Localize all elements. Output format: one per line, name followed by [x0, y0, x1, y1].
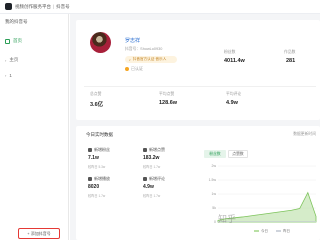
metric-sub: 较昨日 1.7w	[143, 165, 161, 169]
add-account-button[interactable]: + 添加抖音号	[18, 228, 60, 239]
metric-label: 新增播放	[94, 176, 110, 181]
metric-value: 8020	[88, 184, 100, 190]
works-value: 281	[286, 58, 296, 64]
avg-likes-value: 128.6w	[159, 100, 178, 106]
profile-card: 罗志祥 抖音号：ShowLo0930 ♪ 抖音官方认证·音乐人 已认证 粉丝数 …	[76, 20, 320, 120]
sidebar-item-label: 首页	[13, 38, 22, 43]
sidebar-item-label: 主页	[9, 57, 19, 62]
metric-sub: 较昨日 1.7w	[88, 194, 106, 198]
followers-label: 粉丝数	[224, 50, 236, 54]
verified-text: 已认证	[131, 66, 143, 71]
metric-new-followers: 新增粉丝	[88, 147, 110, 153]
metric-value: 7.1w	[88, 155, 99, 161]
total-likes-label: 总点赞	[90, 92, 102, 96]
top-bar: 视频创作服务平台 | 抖音号	[0, 0, 320, 14]
tab-likes[interactable]: 点赞数	[228, 150, 248, 158]
legend-swatch	[254, 230, 259, 232]
y-tick-label: 2w	[212, 164, 217, 168]
watermark: 知乎	[218, 215, 237, 225]
home-icon	[5, 38, 10, 44]
legend-label: 今日	[261, 228, 268, 233]
tab-followers[interactable]: 粉丝数	[204, 150, 226, 158]
play-icon	[88, 177, 92, 181]
platform-name[interactable]: 视频创作服务平台	[15, 4, 51, 10]
page-name: 抖音号	[56, 3, 70, 9]
profile-id: 抖音号：ShowLo0930	[125, 47, 163, 51]
sidebar-title: 我的抖音号	[5, 19, 28, 24]
metric-value: 183.2w	[143, 155, 160, 161]
chevron-right-icon: ›	[5, 57, 7, 63]
legend-label: 昨日	[283, 228, 290, 233]
works-label: 作品数	[284, 50, 296, 54]
verified-status: 已认证	[125, 66, 143, 72]
sidebar-item-label: 1	[9, 73, 12, 78]
sidebar-item-profile[interactable]: › 主页	[5, 57, 18, 63]
followers-chart: 2w 1.5w 1w 5k 0 今日 昨日	[209, 164, 317, 233]
profile-name[interactable]: 罗志祥	[125, 37, 140, 44]
metric-value: 4.9w	[143, 184, 154, 190]
avatar[interactable]	[90, 32, 111, 53]
metric-label: 新增评论	[149, 176, 165, 181]
realtime-card: 今日实时数据 数据更新时间 新增粉丝 7.1w 较昨日 5.3w 新增点赞 18…	[76, 126, 320, 240]
y-tick-label: 1.5w	[209, 178, 217, 182]
metric-sub: 较昨日 1.7w	[143, 194, 161, 198]
chevron-right-icon: ›	[5, 73, 7, 78]
certification-text: 抖音官方认证·音乐人	[132, 57, 167, 61]
main-content: 罗志祥 抖音号：ShowLo0930 ♪ 抖音官方认证·音乐人 已认证 粉丝数 …	[70, 14, 320, 240]
heart-icon	[143, 148, 147, 152]
update-time-link[interactable]: 数据更新时间	[293, 132, 316, 137]
y-tick-label: 5k	[212, 206, 216, 210]
sidebar-item-home[interactable]: 首页	[5, 38, 22, 44]
realtime-title: 今日实时数据	[86, 132, 113, 137]
metric-new-comments: 新增评论	[143, 176, 165, 182]
y-tick-label: 0	[214, 220, 216, 224]
breadcrumb-separator: |	[53, 4, 55, 9]
metric-sub: 较昨日 5.3w	[88, 165, 106, 169]
avg-likes-label: 平均点赞	[159, 92, 175, 96]
avg-comments-value: 4.9w	[226, 100, 238, 106]
metric-label: 新增粉丝	[94, 147, 110, 152]
divider	[84, 86, 316, 87]
verified-icon	[125, 67, 129, 71]
sidebar-item-one[interactable]: › 1	[5, 73, 12, 78]
music-icon: ♪	[129, 57, 131, 62]
metric-label: 新增点赞	[149, 147, 165, 152]
platform-logo-icon	[5, 3, 12, 10]
metric-new-likes: 新增点赞	[143, 147, 165, 153]
sidebar: 我的抖音号 首页 › 主页 › 1 + 添加抖音号	[0, 14, 69, 240]
certification-badge: ♪ 抖音官方认证·音乐人	[125, 56, 177, 63]
metric-new-plays: 新增播放	[88, 176, 110, 182]
comment-icon	[143, 177, 147, 181]
legend-swatch	[276, 230, 281, 232]
total-likes-value: 3.6亿	[90, 102, 104, 108]
y-tick-label: 1w	[212, 192, 217, 196]
user-icon	[88, 148, 92, 152]
followers-value: 4011.4w	[224, 58, 245, 64]
avg-comments-label: 平均评论	[226, 92, 242, 96]
